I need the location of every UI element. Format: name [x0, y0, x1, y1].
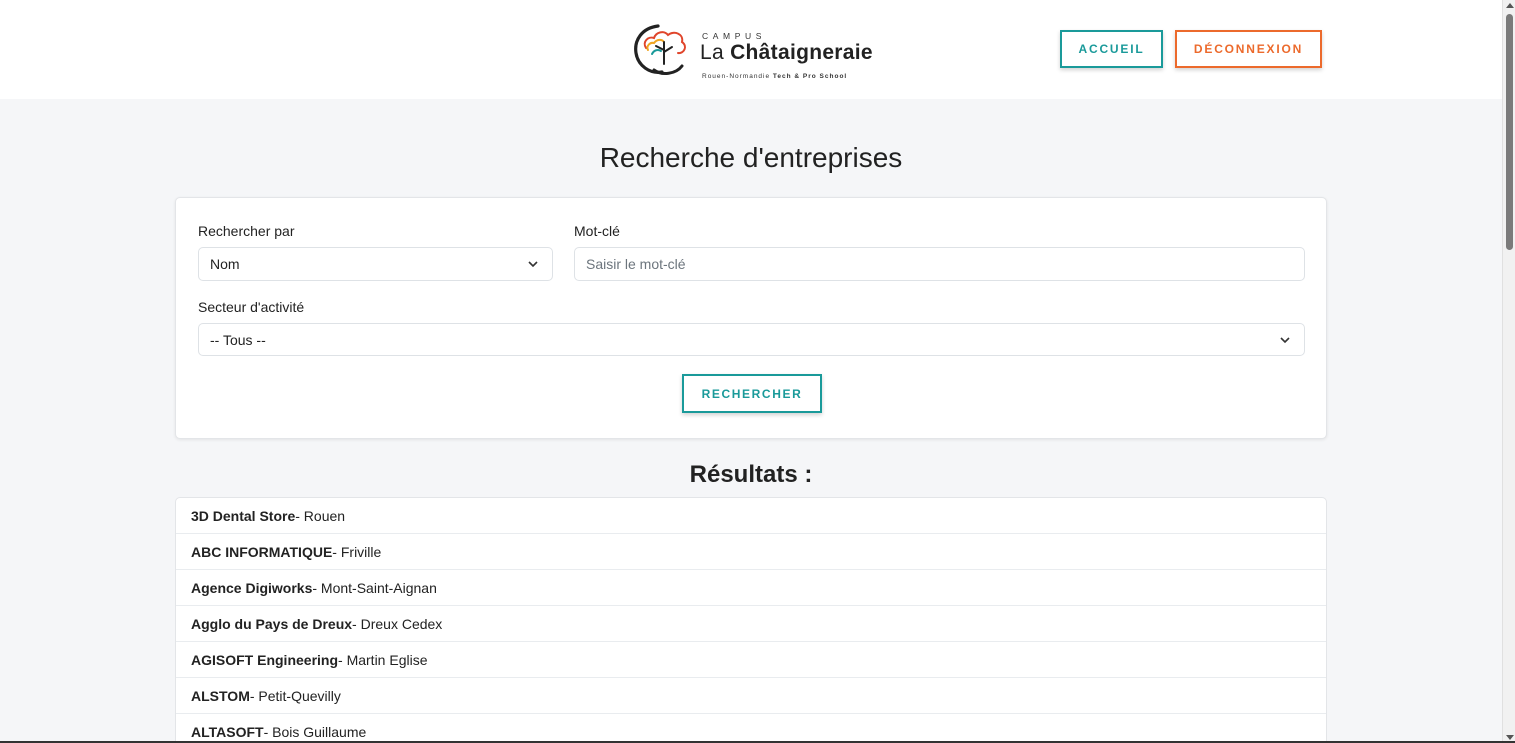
scrollbar-thumb[interactable]: [1506, 14, 1513, 250]
company-name: Agence Digiworks: [191, 579, 313, 596]
company-name: 3D Dental Store: [191, 507, 296, 524]
sector-selected-value: -- Tous --: [210, 331, 266, 348]
company-name: AGISOFT Engineering: [191, 651, 339, 668]
company-city: - Martin Eglise: [338, 651, 428, 668]
company-city: - Mont-Saint-Aignan: [312, 579, 437, 596]
vertical-scrollbar[interactable]: [1502, 0, 1515, 743]
result-item[interactable]: Agence Digiworks - Mont-Saint-Aignan: [176, 570, 1326, 606]
company-city: - Dreux Cedex: [352, 615, 443, 632]
company-city: - Petit-Quevilly: [249, 687, 341, 704]
company-city: - Rouen: [295, 507, 346, 524]
search-by-select[interactable]: Nom: [198, 247, 553, 281]
site-header: CAMPUS La Châtaigneraie Rouen-Normandie …: [0, 0, 1502, 99]
chevron-down-icon: [1280, 337, 1290, 344]
campus-logo[interactable]: CAMPUS La Châtaigneraie Rouen-Normandie …: [632, 18, 892, 80]
results-list: 3D Dental Store - Rouen ABC INFORMATIQUE…: [175, 497, 1327, 743]
sector-select[interactable]: -- Tous --: [198, 323, 1305, 356]
scroll-down-arrow-icon[interactable]: [1506, 735, 1514, 740]
search-by-label: Rechercher par: [198, 223, 295, 239]
result-item[interactable]: ALSTOM - Petit-Quevilly: [176, 678, 1326, 714]
logo-tagline: Rouen-Normandie Tech & Pro School: [702, 73, 847, 80]
sector-label: Secteur d'activité: [198, 299, 305, 315]
company-name: ABC INFORMATIQUE: [191, 543, 333, 560]
result-item[interactable]: ALTASOFT - Bois Guillaume: [176, 714, 1326, 743]
company-name: Agglo du Pays de Dreux: [191, 615, 353, 632]
chestnut-tree-logo-icon: [634, 24, 686, 75]
logo-tagline-bold: Tech & Pro School: [772, 73, 848, 80]
results-title: Résultats :: [689, 461, 813, 488]
result-item[interactable]: AGISOFT Engineering - Martin Eglise: [176, 642, 1326, 678]
keyword-input[interactable]: Saisir le mot-clé: [574, 247, 1305, 281]
logo-tagline-light: Rouen-Normandie: [702, 73, 773, 80]
logo-campus-text: CAMPUS: [702, 31, 766, 41]
deconnexion-button[interactable]: DÉCONNEXION: [1175, 30, 1322, 68]
logo-name-light: La: [700, 41, 731, 64]
browser-viewport: CAMPUS La Châtaigneraie Rouen-Normandie …: [0, 0, 1515, 743]
company-name: ALSTOM: [191, 687, 250, 704]
result-item[interactable]: Agglo du Pays de Dreux - Dreux Cedex: [176, 606, 1326, 642]
search-by-selected-value: Nom: [210, 256, 240, 272]
page-title: Recherche d'entreprises: [599, 142, 903, 173]
company-name: ALTASOFT: [191, 723, 264, 740]
search-form-card: Rechercher par Nom Mot-clé Saisir le mot…: [175, 197, 1327, 439]
result-item[interactable]: ABC INFORMATIQUE - Friville: [176, 534, 1326, 570]
logo-name: La Châtaigneraie: [700, 41, 873, 65]
scroll-up-arrow-icon[interactable]: [1506, 3, 1514, 8]
logo-name-bold: Châtaigneraie: [730, 41, 873, 64]
result-item[interactable]: 3D Dental Store - Rouen: [176, 498, 1326, 534]
company-city: - Bois Guillaume: [263, 723, 367, 740]
company-city: - Friville: [332, 543, 382, 560]
keyword-label: Mot-clé: [574, 223, 620, 239]
search-submit-button[interactable]: RECHERCHER: [682, 374, 822, 413]
chevron-down-icon: [528, 261, 538, 268]
accueil-button[interactable]: ACCUEIL: [1060, 30, 1163, 68]
page: CAMPUS La Châtaigneraie Rouen-Normandie …: [0, 0, 1502, 743]
